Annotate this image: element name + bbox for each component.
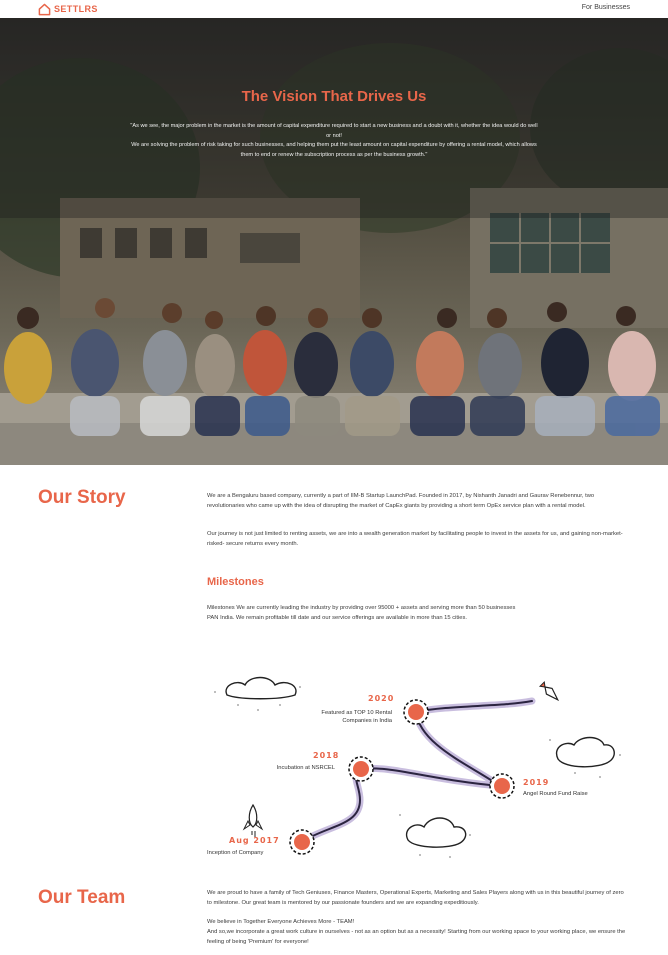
story-paragraph-1: We are a Bengaluru based company, curren… bbox=[207, 493, 595, 509]
team-paragraph-3: And so,we incorporate a great work cultu… bbox=[207, 929, 626, 945]
milestone-node-2020 bbox=[403, 699, 429, 725]
milestone-year: Aug 2017 bbox=[229, 836, 280, 845]
milestone-label: Angel Round Fund Raise bbox=[523, 791, 588, 797]
milestones-timeline: 2020 Featured as TOP 10 Rental Companies… bbox=[0, 665, 668, 870]
for-businesses-link[interactable]: For Businesses bbox=[582, 4, 630, 11]
rocket-icon bbox=[538, 680, 560, 702]
team-paragraph-2: We believe in Together Everyone Achieves… bbox=[207, 919, 355, 925]
milestone-label: Incubation at NSRCEL bbox=[276, 765, 335, 771]
vision-quote-line2: We are solving the problem of risk takin… bbox=[131, 142, 537, 158]
our-story-title: Our Story bbox=[38, 487, 126, 508]
milestones-title: Milestones bbox=[207, 576, 264, 588]
vision-quote: "As we see, the major problem in the mar… bbox=[130, 122, 538, 160]
milestone-year: 2018 bbox=[313, 751, 340, 760]
logo-text: SETTLRS bbox=[54, 4, 98, 14]
team-paragraph-1: We are proud to have a family of Tech Ge… bbox=[207, 890, 624, 906]
milestones-text: Milestones We are currently leading the … bbox=[207, 605, 516, 621]
milestone-node-2019 bbox=[489, 773, 515, 799]
story-paragraph-2: Our journey is not just limited to renti… bbox=[207, 531, 623, 547]
cloud-icon bbox=[225, 676, 297, 700]
settlrs-logo[interactable]: SETTLRS bbox=[38, 1, 98, 17]
vision-quote-line1: "As we see, the major problem in the mar… bbox=[130, 123, 538, 139]
cloud-icon bbox=[555, 736, 615, 768]
vision-title: The Vision That Drives Us bbox=[241, 88, 427, 105]
rocket-icon bbox=[242, 803, 264, 837]
milestone-year: 2020 bbox=[368, 694, 395, 703]
milestone-label: Featured as TOP 10 Rental Companies in I… bbox=[321, 710, 392, 724]
milestone-label: Inception of Company bbox=[207, 850, 264, 856]
top-nav: SETTLRS For Businesses bbox=[0, 0, 668, 18]
milestone-node-2018 bbox=[348, 756, 374, 782]
house-icon bbox=[38, 3, 51, 15]
hero-banner: The Vision That Drives Us "As we see, th… bbox=[0, 18, 668, 465]
our-team-title: Our Team bbox=[38, 887, 126, 908]
team-photo bbox=[0, 18, 668, 465]
cloud-icon bbox=[405, 817, 467, 848]
milestone-year: 2019 bbox=[523, 778, 550, 787]
